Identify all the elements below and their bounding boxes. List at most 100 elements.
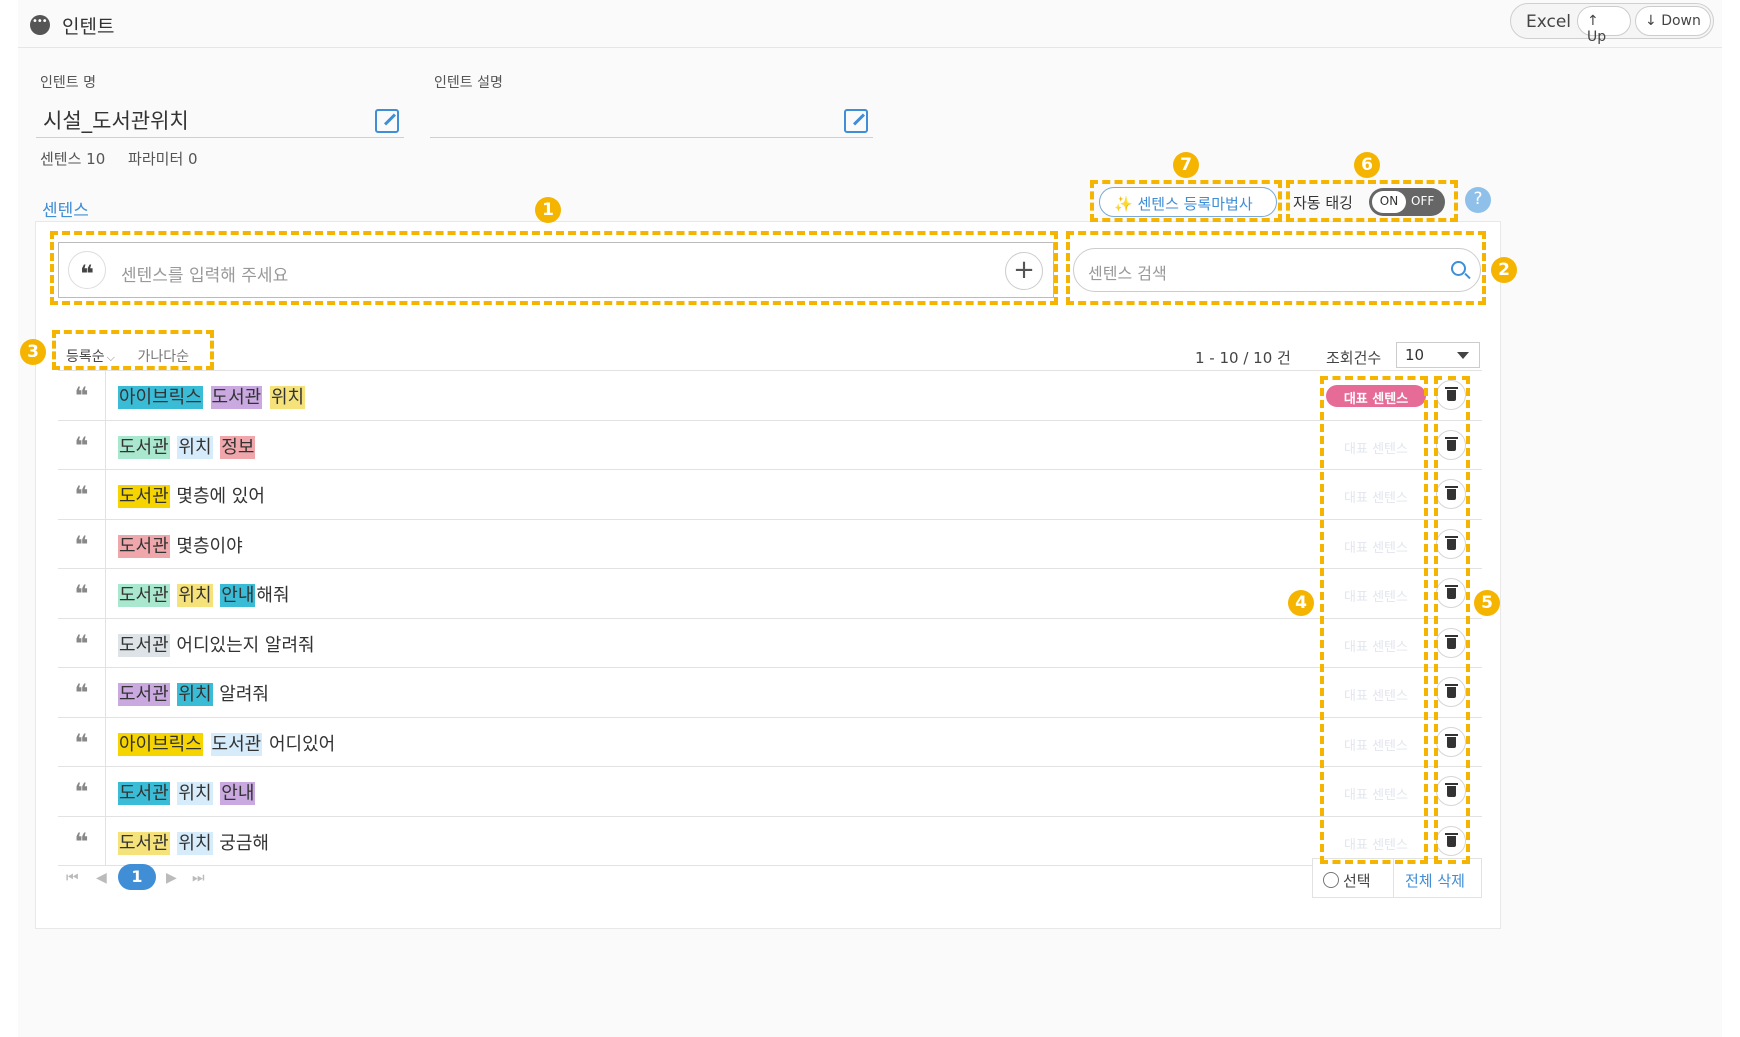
entity-tag[interactable]: 도서관: [118, 831, 170, 855]
plain-text: [203, 733, 211, 756]
top-bar: 인텐트 Excel ↑ Up ↓ Down: [18, 0, 1722, 48]
plain-text: 해줘: [256, 585, 290, 606]
plain-text: 알려줘: [213, 684, 269, 705]
annotation-number-6: 6: [1354, 152, 1380, 178]
next-page-icon[interactable]: ▶: [166, 870, 177, 886]
sentence-row[interactable]: ❝ 도서관 위치 안내 해줘 대표 센텐스: [58, 569, 1482, 619]
intent-page: 인텐트 Excel ↑ Up ↓ Down 인텐트 명 시설_도서관위치 인텐트…: [18, 0, 1722, 1037]
entity-tag[interactable]: 도서관: [118, 782, 170, 805]
annotation-box-4: [1320, 376, 1428, 864]
sentence-row[interactable]: ❝ 도서관 위치 알려줘 대표 센텐스: [58, 668, 1482, 718]
sentence-text: 도서관 위치 안내: [118, 779, 256, 805]
quote-icon: ❝: [58, 618, 106, 667]
excel-group: Excel ↑ Up ↓ Down: [1510, 3, 1714, 45]
plain-text: 몇층에 있어: [170, 486, 265, 507]
select-label: 선택: [1343, 872, 1371, 890]
sentence-text: 아이브릭스 도서관 위치: [118, 383, 306, 409]
help-icon[interactable]: ?: [1465, 187, 1491, 213]
excel-upload-button[interactable]: ↑ Up: [1577, 6, 1631, 45]
sentence-row[interactable]: ❝ 도서관 몇층이야 대표 센텐스: [58, 519, 1482, 569]
sentence-card: ❝ 센텐스를 입력해 주세요 + 센텐스 검색 등록순 ⌵ 가나다순 1 - 10…: [35, 221, 1501, 929]
caret-down-icon: [1457, 352, 1469, 359]
entity-tag[interactable]: 위치: [177, 831, 213, 855]
result-range: 1 - 10 / 10 건: [1195, 349, 1291, 367]
plain-text: 어디있는지 알려줘: [170, 634, 315, 656]
entity-tag[interactable]: 안내: [220, 584, 256, 607]
sentence-text: 도서관 어디있는지 알려줘: [118, 631, 316, 657]
rows-per-page-select[interactable]: 10: [1396, 342, 1480, 368]
plain-text: 몇층이야: [170, 535, 243, 557]
annotation-box-7: [1090, 180, 1282, 222]
excel-up-label: Up: [1587, 29, 1607, 45]
select-button[interactable]: 선택: [1323, 870, 1371, 891]
excel-download-button[interactable]: ↓ Down: [1635, 6, 1711, 36]
first-page-icon[interactable]: ⏮: [66, 870, 79, 886]
page-title: 인텐트: [62, 16, 115, 38]
sentence-row[interactable]: ❝ 도서관 위치 안내 대표 센텐스: [58, 767, 1482, 817]
rows-per-page-value: 10: [1405, 346, 1425, 364]
entity-tag[interactable]: 안내: [220, 782, 256, 805]
current-page[interactable]: 1: [118, 864, 156, 890]
sentence-row[interactable]: ❝ 도서관 어디있는지 알려줘 대표 센텐스: [58, 618, 1482, 668]
sentence-row[interactable]: ❝ 도서관 위치 정보 대표 센텐스: [58, 420, 1482, 470]
up-arrow-icon: ↑: [1587, 13, 1599, 29]
entity-tag[interactable]: 도서관: [118, 485, 170, 508]
sentence-section-title: 센텐스: [42, 201, 89, 221]
entity-tag[interactable]: 도서관: [118, 534, 170, 558]
sentence-row[interactable]: ❝ 도서관 위치 궁금해 대표 센텐스: [58, 816, 1482, 866]
sentence-list: ❝ 아이브릭스 도서관 위치 대표 센텐스 ❝ 도서관 위치 정보 대표 센텐스 ❝ 도서관 …: [58, 370, 1482, 866]
entity-tag[interactable]: 도서관: [118, 683, 170, 706]
quote-icon: ❝: [58, 816, 106, 865]
intent-counts: 센텐스 10 파라미터 0: [40, 148, 216, 169]
edit-intent-name-icon[interactable]: [375, 109, 399, 133]
sentence-text: 아이브릭스 도서관 어디있어: [118, 730, 336, 756]
entity-tag[interactable]: 위치: [177, 435, 213, 459]
entity-tag[interactable]: 아이브릭스: [118, 386, 203, 409]
quote-icon: ❝: [58, 717, 106, 766]
chat-bubble-icon: [30, 15, 50, 35]
quote-icon: ❝: [58, 519, 106, 568]
entity-tag[interactable]: 위치: [177, 782, 213, 805]
sentence-row[interactable]: ❝ 아이브릭스 도서관 어디있어 대표 센텐스: [58, 717, 1482, 767]
down-arrow-icon: ↓: [1645, 13, 1657, 29]
annotation-box-3: [52, 330, 214, 370]
entity-tag[interactable]: 도서관: [118, 584, 170, 607]
quote-icon: ❝: [58, 668, 106, 717]
sentence-text: 도서관 몇층에 있어: [118, 482, 266, 508]
quote-icon: ❝: [58, 767, 106, 816]
entity-tag[interactable]: 위치: [177, 584, 213, 607]
entity-tag[interactable]: 도서관: [210, 386, 263, 409]
entity-tag[interactable]: 위치: [177, 683, 213, 706]
entity-tag[interactable]: 도서관: [118, 435, 170, 459]
edit-intent-desc-icon[interactable]: [844, 109, 868, 133]
annotation-number-3: 3: [20, 339, 46, 365]
quote-icon: ❝: [58, 569, 106, 618]
intent-name-underline: [36, 137, 404, 138]
entity-tag[interactable]: 도서관: [118, 633, 170, 657]
quote-icon: ❝: [58, 420, 106, 469]
intent-name-label: 인텐트 명: [40, 75, 96, 91]
entity-tag[interactable]: 위치: [269, 386, 306, 409]
sentence-text: 도서관 위치 궁금해: [118, 829, 270, 855]
sentence-text: 도서관 위치 정보: [118, 433, 256, 459]
check-circle-icon: [1323, 872, 1339, 888]
prev-page-icon[interactable]: ◀: [96, 870, 107, 886]
sentence-row[interactable]: ❝ 도서관 몇층에 있어 대표 센텐스: [58, 470, 1482, 520]
intent-name-value: 시설_도서관위치: [43, 109, 189, 133]
entity-tag[interactable]: 정보: [220, 435, 256, 459]
entity-tag[interactable]: 아이브릭스: [118, 732, 203, 756]
entity-tag[interactable]: 도서관: [210, 732, 263, 756]
annotation-box-5: [1434, 376, 1470, 864]
delete-all-button[interactable]: 전체 삭제: [1405, 870, 1465, 891]
sentence-count: 센텐스 10: [40, 150, 106, 168]
sentence-row[interactable]: ❝ 아이브릭스 도서관 위치 대표 센텐스: [58, 371, 1482, 421]
annotation-box-6: [1286, 180, 1458, 222]
annotation-number-4: 4: [1288, 590, 1314, 616]
quote-icon: ❝: [58, 470, 106, 519]
intent-desc-label: 인텐트 설명: [434, 75, 503, 91]
annotation-box-1: [50, 231, 1058, 305]
annotation-number-5: 5: [1474, 590, 1500, 616]
intent-desc-underline: [430, 137, 873, 138]
last-page-icon[interactable]: ⏭: [192, 870, 205, 886]
quote-icon: ❝: [58, 371, 106, 420]
